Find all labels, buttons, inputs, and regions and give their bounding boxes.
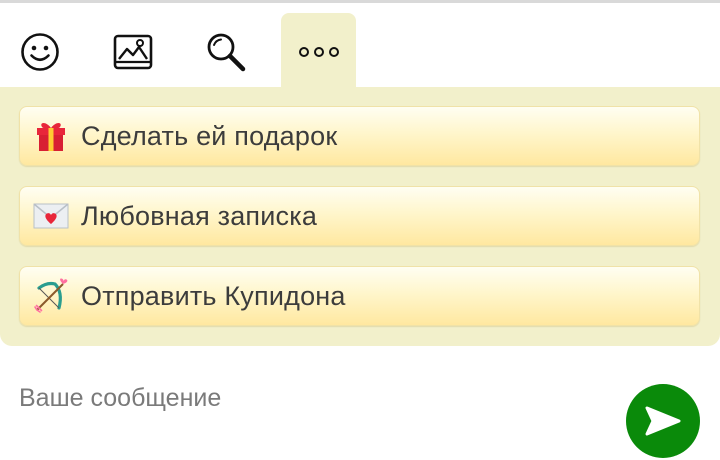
more-icon (298, 47, 339, 57)
message-composer (0, 346, 720, 460)
send-button[interactable] (626, 384, 700, 458)
more-button[interactable] (281, 13, 356, 91)
message-input[interactable] (19, 380, 599, 416)
emoji-button[interactable] (2, 13, 77, 91)
love-letter-icon (33, 198, 69, 234)
gift-icon (33, 118, 69, 154)
cupid-action-label: Отправить Купидона (81, 280, 346, 311)
love-letter-action-label: Любовная записка (81, 200, 318, 231)
toolbar (0, 3, 720, 91)
image-icon (113, 34, 152, 70)
send-icon (645, 406, 681, 436)
search-button[interactable] (188, 13, 263, 91)
gift-action-label: Сделать ей подарок (81, 120, 338, 151)
cupid-action-button[interactable]: Отправить Купидона (19, 266, 700, 326)
more-actions-panel: Сделать ей подарок Любовная записка Отпр… (0, 87, 720, 346)
love-letter-action-button[interactable]: Любовная записка (19, 186, 700, 246)
image-button[interactable] (95, 13, 170, 91)
cupid-bow-icon (33, 278, 69, 314)
smiley-icon (20, 33, 59, 71)
search-icon (207, 33, 245, 72)
gift-action-button[interactable]: Сделать ей подарок (19, 106, 700, 166)
